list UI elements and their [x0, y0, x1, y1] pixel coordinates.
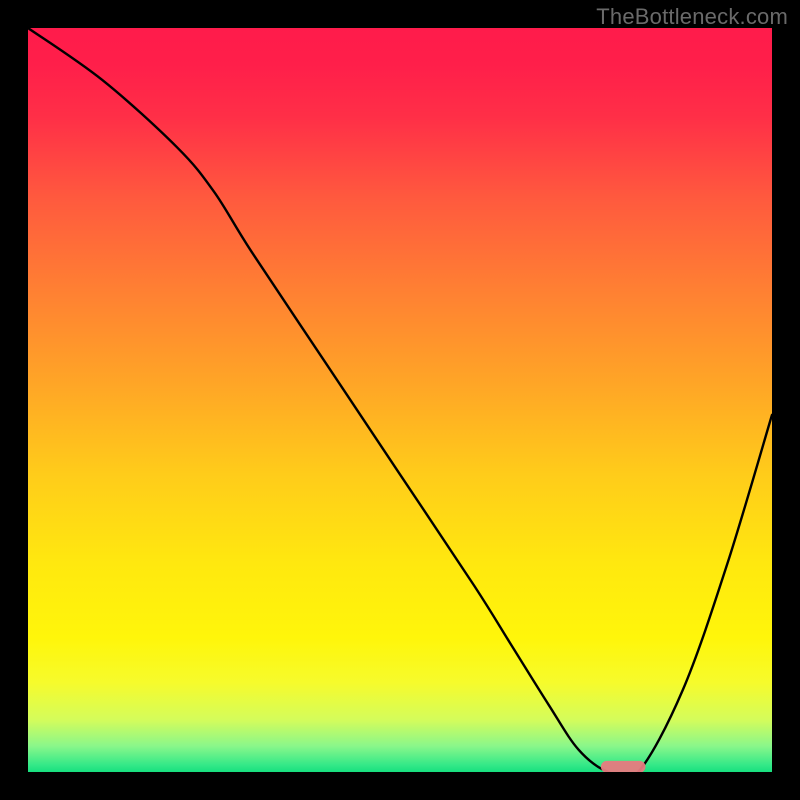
watermark-text: TheBottleneck.com — [596, 4, 788, 30]
gradient-background — [28, 28, 772, 772]
plot-area — [28, 28, 772, 772]
chart-frame: TheBottleneck.com — [0, 0, 800, 800]
optimal-range-marker — [601, 761, 646, 772]
chart-svg — [28, 28, 772, 772]
